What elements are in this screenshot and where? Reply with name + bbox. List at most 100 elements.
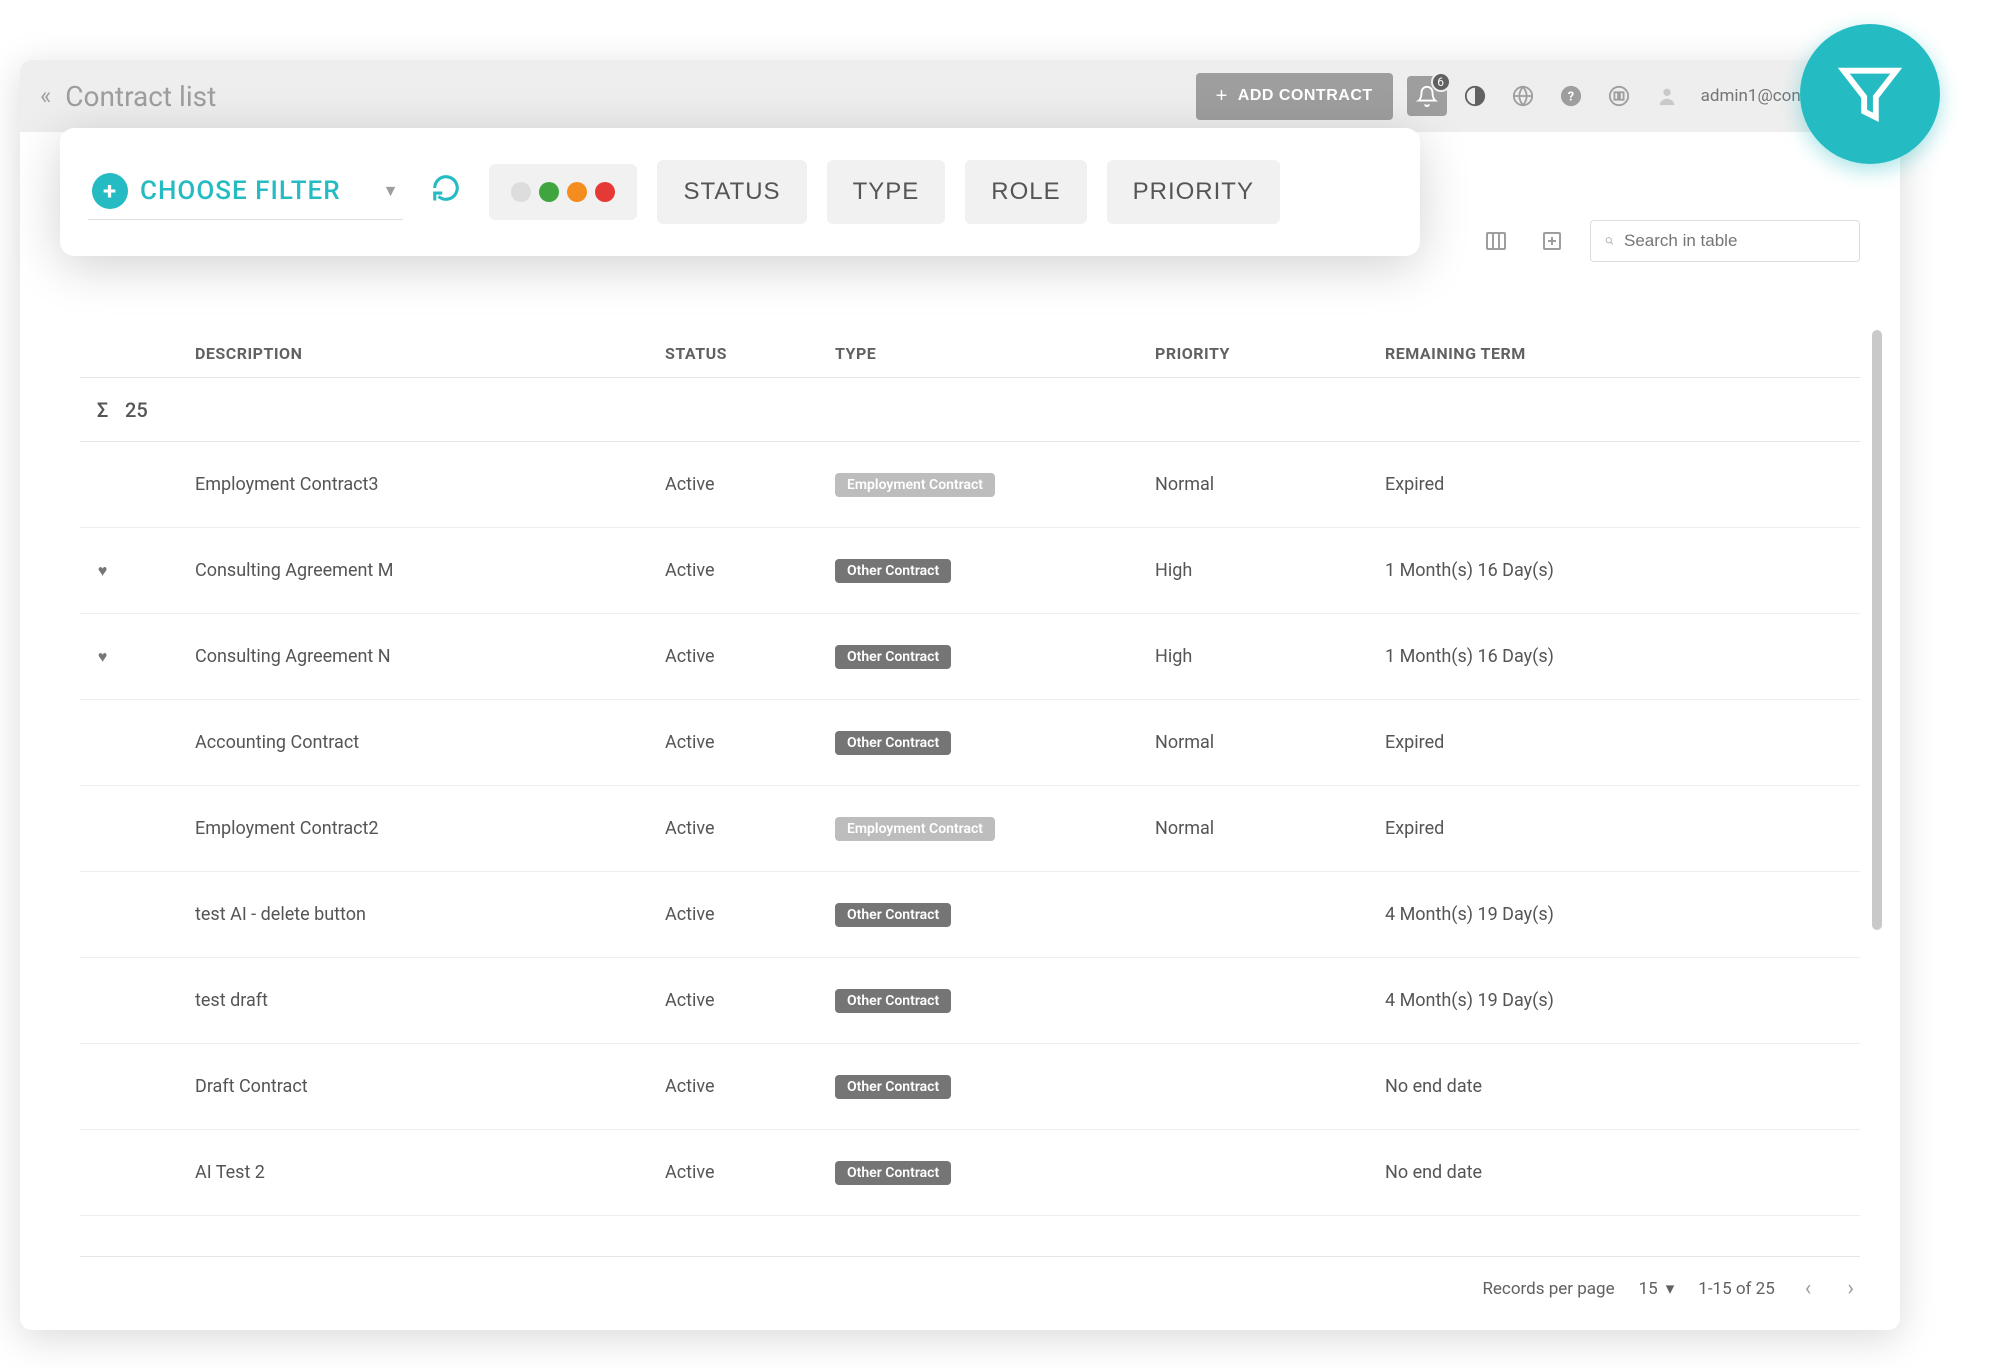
table-row[interactable]: AI Test 2 Active Other Contract No end d… xyxy=(80,1130,1860,1216)
table-row[interactable]: Draft Contract Active Other Contract No … xyxy=(80,1044,1860,1130)
cell-priority: Normal xyxy=(1155,732,1385,753)
cell-remaining: 1 Month(s) 16 Day(s) xyxy=(1385,646,1860,667)
cell-remaining: Expired xyxy=(1385,732,1860,753)
cell-priority: Normal xyxy=(1155,818,1385,839)
dot-orange-icon xyxy=(567,182,587,202)
filter-popup: + CHOOSE FILTER ▼ STATUS TYPE ROLE PRIOR… xyxy=(60,128,1420,256)
cell-type: Other Contract xyxy=(835,645,1155,669)
contrast-icon[interactable] xyxy=(1455,76,1495,116)
search-input[interactable] xyxy=(1624,231,1845,251)
table-row[interactable]: Employment Contract2 Active Employment C… xyxy=(80,786,1860,872)
cell-status: Active xyxy=(665,1162,835,1183)
cell-description: Accounting Contract xyxy=(185,732,665,753)
table-row[interactable]: test AI - delete button Active Other Con… xyxy=(80,872,1860,958)
cell-remaining: Expired xyxy=(1385,818,1860,839)
records-per-page-label: Records per page xyxy=(1482,1279,1614,1299)
toolbar-right xyxy=(1478,220,1860,262)
caret-down-icon: ▼ xyxy=(383,181,400,201)
cell-status: Active xyxy=(665,990,835,1011)
cell-status: Active xyxy=(665,818,835,839)
traffic-light-filter[interactable] xyxy=(489,164,637,220)
columns-icon[interactable] xyxy=(1478,223,1514,259)
cell-remaining: 4 Month(s) 19 Day(s) xyxy=(1385,990,1860,1011)
book-icon[interactable] xyxy=(1599,76,1639,116)
cell-status: Active xyxy=(665,560,835,581)
table-header-row: DESCRIPTION STATUS TYPE PRIORITY REMAINI… xyxy=(80,330,1860,378)
export-icon[interactable] xyxy=(1534,223,1570,259)
cell-description: Draft Contract xyxy=(185,1076,665,1097)
cell-type: Other Contract xyxy=(835,559,1155,583)
cell-type: Other Contract xyxy=(835,1161,1155,1185)
favorite-icon[interactable]: ♥ xyxy=(80,561,125,581)
col-header-priority[interactable]: PRIORITY xyxy=(1155,344,1385,363)
plus-icon: + xyxy=(1216,85,1228,108)
back-button[interactable]: « xyxy=(40,82,51,110)
cell-description: test AI - delete button xyxy=(185,904,665,925)
cell-type: Other Contract xyxy=(835,903,1155,927)
svg-text:?: ? xyxy=(1567,90,1573,105)
page-size-select[interactable]: 15 ▾ xyxy=(1639,1279,1675,1299)
cell-description: Employment Contract3 xyxy=(185,474,665,495)
cell-description: AI Test 2 xyxy=(185,1162,665,1183)
cell-description: Consulting Agreement N xyxy=(185,646,665,667)
col-header-type[interactable]: TYPE xyxy=(835,344,1155,363)
notification-badge: 6 xyxy=(1431,72,1451,92)
table-row[interactable]: ♥ Consulting Agreement N Active Other Co… xyxy=(80,614,1860,700)
table-row[interactable]: test draft Active Other Contract 4 Month… xyxy=(80,958,1860,1044)
user-icon[interactable] xyxy=(1647,76,1687,116)
cell-type: Other Contract xyxy=(835,1075,1155,1099)
favorite-icon[interactable]: ♥ xyxy=(80,647,125,667)
filter-chip-status[interactable]: STATUS xyxy=(657,160,806,224)
rows-container: Employment Contract3 Active Employment C… xyxy=(80,442,1860,1216)
cell-type: Other Contract xyxy=(835,989,1155,1013)
add-filter-icon: + xyxy=(92,173,128,209)
choose-filter-dropdown[interactable]: + CHOOSE FILTER ▼ xyxy=(88,165,403,220)
cell-remaining: No end date xyxy=(1385,1162,1860,1183)
col-header-status[interactable]: STATUS xyxy=(665,344,835,363)
cell-description: Employment Contract2 xyxy=(185,818,665,839)
filter-chip-priority[interactable]: PRIORITY xyxy=(1107,160,1280,224)
table-row[interactable]: Employment Contract3 Active Employment C… xyxy=(80,442,1860,528)
funnel-icon xyxy=(1835,59,1905,129)
cell-status: Active xyxy=(665,474,835,495)
search-box[interactable] xyxy=(1590,220,1860,262)
col-header-remaining[interactable]: REMAINING TERM xyxy=(1385,344,1860,363)
cell-remaining: Expired xyxy=(1385,474,1860,495)
table-area: DESCRIPTION STATUS TYPE PRIORITY REMAINI… xyxy=(80,330,1860,1250)
cell-type: Other Contract xyxy=(835,731,1155,755)
page-size-value: 15 xyxy=(1639,1279,1658,1299)
help-icon[interactable]: ? xyxy=(1551,76,1591,116)
search-icon xyxy=(1605,232,1614,250)
cell-priority: High xyxy=(1155,560,1385,581)
next-page-button[interactable]: › xyxy=(1841,1276,1860,1301)
floating-filter-button[interactable] xyxy=(1800,24,1940,164)
page-range: 1-15 of 25 xyxy=(1698,1279,1775,1299)
col-header-description[interactable]: DESCRIPTION xyxy=(185,344,665,363)
dot-green-icon xyxy=(539,182,559,202)
add-contract-button[interactable]: + ADD CONTRACT xyxy=(1196,73,1393,120)
cell-type: Employment Contract xyxy=(835,473,1155,497)
scrollbar-thumb[interactable] xyxy=(1872,330,1882,930)
cell-priority: Normal xyxy=(1155,474,1385,495)
notifications-icon[interactable]: 6 xyxy=(1407,76,1447,116)
cell-remaining: 1 Month(s) 16 Day(s) xyxy=(1385,560,1860,581)
summary-count: 25 xyxy=(125,398,185,422)
cell-status: Active xyxy=(665,1076,835,1097)
refresh-icon[interactable] xyxy=(431,173,461,211)
cell-status: Active xyxy=(665,732,835,753)
cell-status: Active xyxy=(665,646,835,667)
header-bar: « Contract list + ADD CONTRACT 6 ? xyxy=(20,60,1900,132)
table-row[interactable]: Accounting Contract Active Other Contrac… xyxy=(80,700,1860,786)
prev-page-button[interactable]: ‹ xyxy=(1799,1276,1818,1301)
dot-gray-icon xyxy=(511,182,531,202)
table-row[interactable]: ♥ Consulting Agreement M Active Other Co… xyxy=(80,528,1860,614)
cell-type: Employment Contract xyxy=(835,817,1155,841)
cell-remaining: 4 Month(s) 19 Day(s) xyxy=(1385,904,1860,925)
language-icon[interactable] xyxy=(1503,76,1543,116)
dot-red-icon xyxy=(595,182,615,202)
summary-row: Σ 25 xyxy=(80,378,1860,442)
filter-chip-type[interactable]: TYPE xyxy=(827,160,946,224)
cell-priority: High xyxy=(1155,646,1385,667)
cell-description: test draft xyxy=(185,990,665,1011)
filter-chip-role[interactable]: ROLE xyxy=(965,160,1086,224)
